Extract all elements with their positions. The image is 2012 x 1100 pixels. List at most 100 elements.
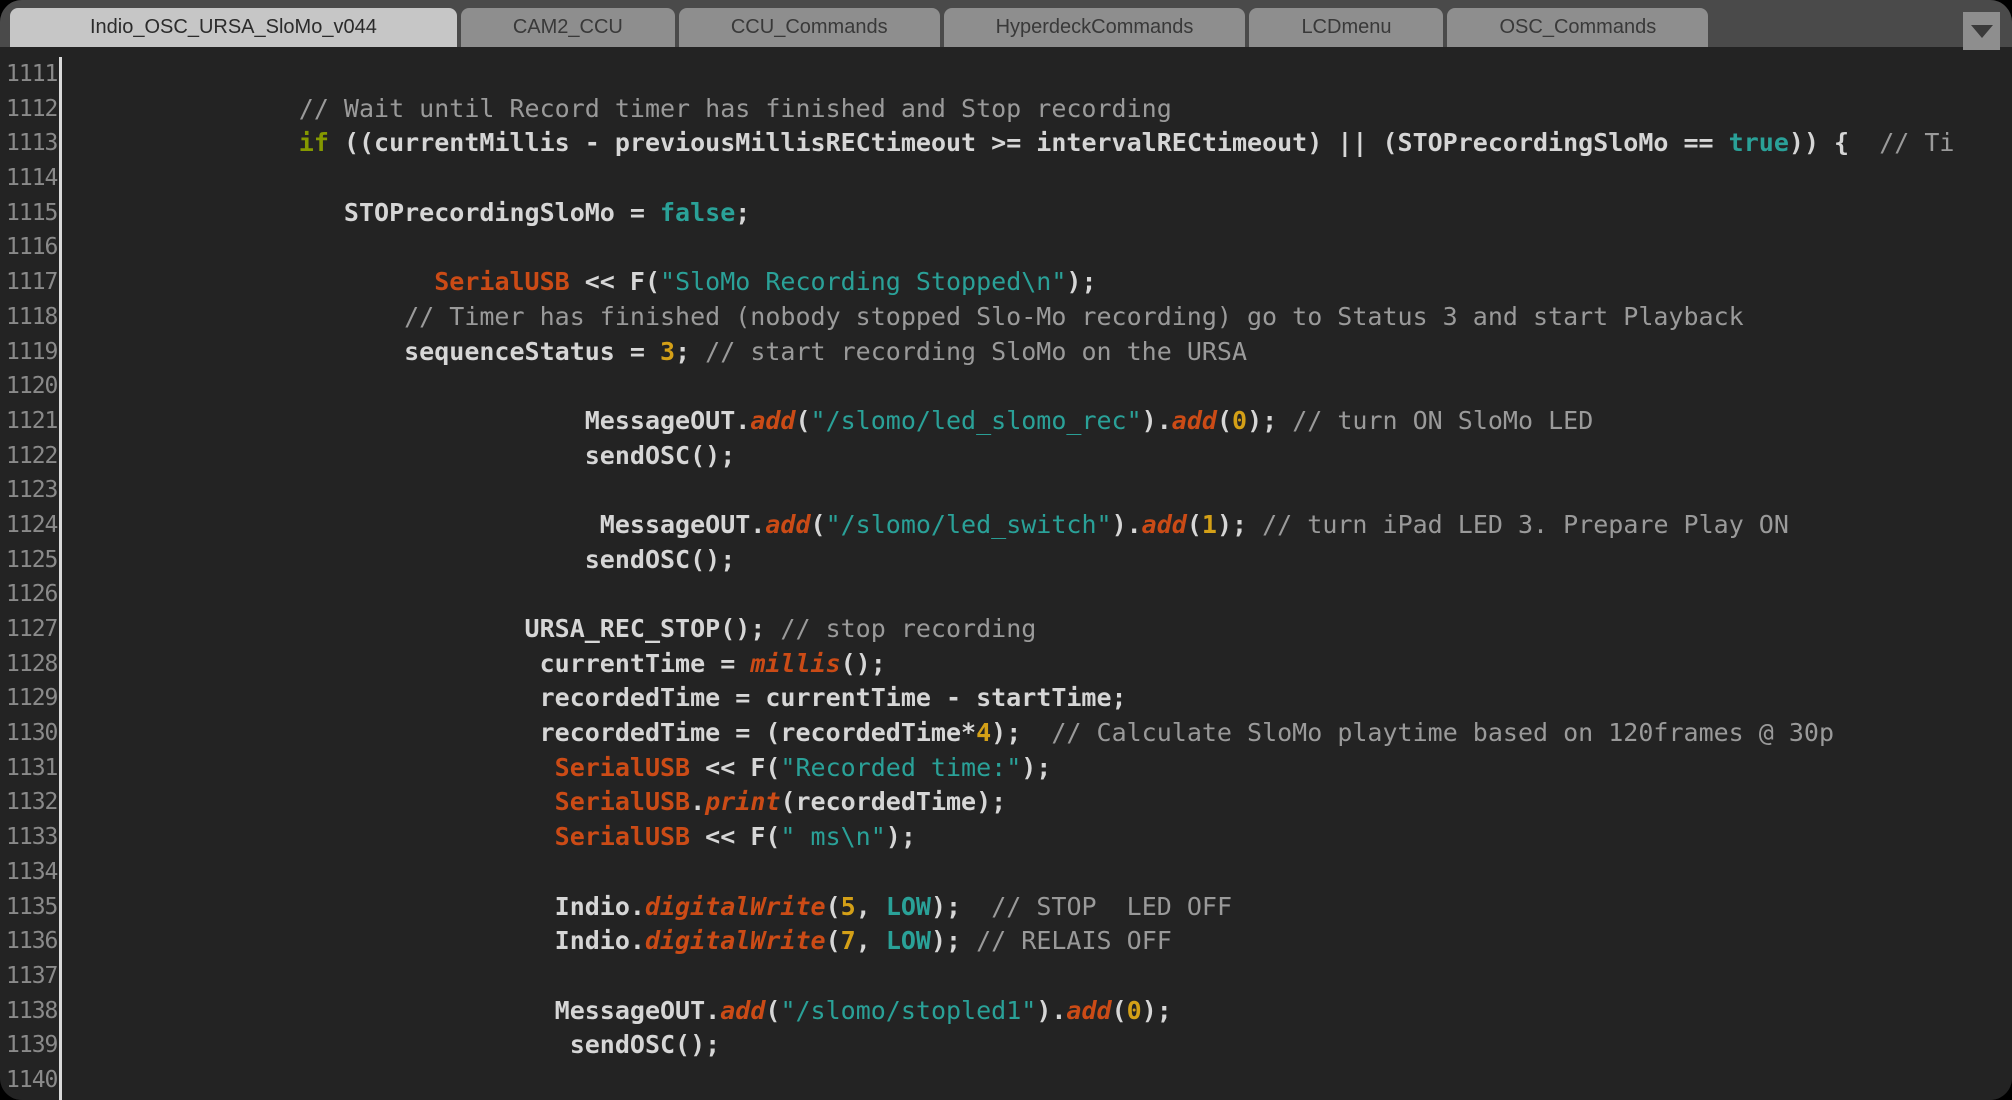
code-token: ( — [795, 406, 810, 435]
code-line[interactable]: sequenceStatus = 3; // start recording S… — [73, 335, 2012, 370]
code-token: URSA_REC_STOP(); — [73, 614, 780, 643]
line-number: 1130 — [0, 716, 59, 751]
line-number: 1128 — [0, 647, 59, 682]
code-token: 1 — [1202, 510, 1217, 539]
code-line[interactable]: // Wait until Record timer has finished … — [73, 92, 2012, 127]
code-token: Indio. — [73, 892, 645, 921]
code-editor: 1111111211131114111511161117111811191120… — [0, 47, 2012, 1100]
line-number: 1119 — [0, 335, 59, 370]
code-line[interactable]: recordedTime = (recordedTime*4); // Calc… — [73, 716, 2012, 751]
line-number: 1115 — [0, 196, 59, 231]
code-token: 4 — [976, 718, 991, 747]
code-line[interactable]: sendOSC(); — [73, 543, 2012, 578]
code-line[interactable]: SerialUSB << F(" ms\n"); — [73, 820, 2012, 855]
code-token: if — [299, 128, 329, 157]
line-number: 1136 — [0, 924, 59, 959]
code-line[interactable] — [73, 1063, 2012, 1098]
line-number: 1137 — [0, 959, 59, 994]
code-token: ((currentMillis - previousMillisRECtimeo… — [329, 128, 1729, 157]
code-token: ); — [1066, 267, 1096, 296]
line-number: 1134 — [0, 855, 59, 890]
line-number-gutter: 1111111211131114111511161117111811191120… — [0, 57, 62, 1100]
code-line[interactable]: URSA_REC_STOP(); // stop recording — [73, 612, 2012, 647]
code-line[interactable]: Indio.digitalWrite(7, LOW); // RELAIS OF… — [73, 924, 2012, 959]
code-line[interactable]: if ((currentMillis - previousMillisRECti… — [73, 126, 2012, 161]
code-token: millis — [750, 649, 840, 678]
code-token: LOW — [886, 926, 931, 955]
code-token: ); — [931, 892, 991, 921]
code-token: LOW — [886, 892, 931, 921]
code-line[interactable]: MessageOUT.add("/slomo/led_slomo_rec").a… — [73, 404, 2012, 439]
code-token: sendOSC(); — [73, 441, 735, 470]
tab-Indio_OSC_URSA_SloMo_v044[interactable]: Indio_OSC_URSA_SloMo_v044 — [10, 8, 457, 47]
tab-HyperdeckCommands[interactable]: HyperdeckCommands — [944, 8, 1246, 47]
code-token: recordedTime = (recordedTime* — [73, 718, 976, 747]
code-token: // turn ON SloMo LED — [1292, 406, 1593, 435]
code-token: 0 — [1232, 406, 1247, 435]
line-number: 1123 — [0, 473, 59, 508]
line-number: 1112 — [0, 92, 59, 127]
code-token: add — [1172, 406, 1217, 435]
code-line[interactable] — [73, 577, 2012, 612]
code-token: ); — [991, 718, 1051, 747]
code-area[interactable]: // Wait until Record timer has finished … — [62, 57, 2012, 1100]
code-line[interactable] — [73, 473, 2012, 508]
code-token: ( — [811, 510, 826, 539]
line-number: 1117 — [0, 265, 59, 300]
code-token: 7 — [841, 926, 856, 955]
code-line[interactable]: MessageOUT.add("/slomo/stopled1").add(0)… — [73, 994, 2012, 1029]
code-line[interactable] — [73, 369, 2012, 404]
tab-bar: Indio_OSC_URSA_SloMo_v044CAM2_CCUCCU_Com… — [0, 0, 2012, 47]
code-line[interactable] — [73, 855, 2012, 890]
code-token: ); — [1247, 406, 1292, 435]
code-line[interactable]: sendOSC(); — [73, 1028, 2012, 1063]
line-number: 1118 — [0, 300, 59, 335]
code-token — [73, 822, 555, 851]
code-line[interactable]: sendOSC(); — [73, 439, 2012, 474]
code-line[interactable]: SerialUSB.print(recordedTime); — [73, 785, 2012, 820]
code-token: ). — [1142, 406, 1172, 435]
code-token: SerialUSB — [555, 822, 690, 851]
code-line[interactable] — [73, 161, 2012, 196]
code-token: // Ti — [1879, 128, 1954, 157]
line-number: 1131 — [0, 751, 59, 786]
code-line[interactable]: SerialUSB << F("SloMo Recording Stopped\… — [73, 265, 2012, 300]
code-token: , — [856, 892, 886, 921]
code-token: STOPrecordingSloMo = — [73, 198, 660, 227]
code-line[interactable]: recordedTime = currentTime - startTime; — [73, 681, 2012, 716]
code-token: ( — [1187, 510, 1202, 539]
tab-OSC_Commands[interactable]: OSC_Commands — [1447, 8, 1708, 47]
code-token: ); — [1021, 753, 1051, 782]
code-token: "/slomo/stopled1" — [780, 996, 1036, 1025]
code-token: ; — [675, 337, 705, 366]
code-token: // Timer has finished (nobody stopped Sl… — [73, 302, 1744, 331]
code-line[interactable] — [73, 230, 2012, 265]
code-line[interactable]: // Timer has finished (nobody stopped Sl… — [73, 300, 2012, 335]
tab-LCDmenu[interactable]: LCDmenu — [1249, 8, 1443, 47]
line-number: 1132 — [0, 785, 59, 820]
tab-list-button[interactable] — [1963, 12, 2000, 50]
code-token: 3 — [660, 337, 675, 366]
code-token: // start recording SloMo on the URSA — [705, 337, 1247, 366]
code-line[interactable]: STOPrecordingSloMo = false; — [73, 196, 2012, 231]
code-token: ). — [1112, 510, 1142, 539]
chevron-down-icon — [1971, 25, 1993, 38]
line-number: 1124 — [0, 508, 59, 543]
line-number: 1114 — [0, 161, 59, 196]
tab-CAM2_CCU[interactable]: CAM2_CCU — [461, 8, 675, 47]
code-token: "/slomo/led_switch" — [826, 510, 1112, 539]
code-line[interactable]: MessageOUT.add("/slomo/led_switch").add(… — [73, 508, 2012, 543]
code-line[interactable]: SerialUSB << F("Recorded time:"); — [73, 751, 2012, 786]
code-line[interactable] — [73, 57, 2012, 92]
code-line[interactable]: currentTime = millis(); — [73, 647, 2012, 682]
code-token: SerialUSB — [555, 753, 690, 782]
line-number: 1113 — [0, 126, 59, 161]
code-token: 5 — [841, 892, 856, 921]
code-line[interactable] — [73, 959, 2012, 994]
code-line[interactable]: Indio.digitalWrite(5, LOW); // STOP LED … — [73, 890, 2012, 925]
code-token: ); — [1217, 510, 1262, 539]
code-token: 0 — [1127, 996, 1142, 1025]
code-token: add — [765, 510, 810, 539]
tab-CCU_Commands[interactable]: CCU_Commands — [679, 8, 940, 47]
line-number: 1127 — [0, 612, 59, 647]
